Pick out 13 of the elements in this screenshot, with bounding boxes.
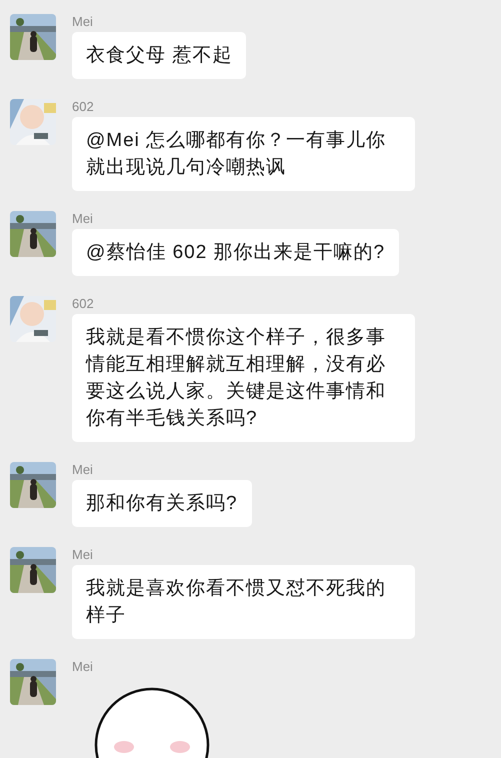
- sender-name: 602: [72, 296, 95, 312]
- message-bubble: @蔡怡佳 602 那你出来是干嘛的?: [72, 229, 400, 276]
- message-bubble: 我就是喜欢你看不惯又怼不死我的样子: [72, 565, 415, 639]
- message-bubble: @Mei 怎么哪都有你？一有事儿你就出现说几句冷嘲热讽: [72, 117, 415, 191]
- sender-name: Mei: [72, 14, 94, 30]
- sender-name: Mei: [72, 462, 94, 478]
- sender-name: Mei: [72, 211, 94, 227]
- message-bubble: 衣食父母 惹不起: [72, 32, 246, 79]
- message-bubble: 我就是看不惯你这个样子，很多事情能互相理解就互相理解，没有必要这么说人家。关键是这件事情和你有半毛钱关系吗?: [72, 314, 415, 442]
- sender-name: 602: [72, 99, 95, 115]
- sender-name: Mei: [72, 547, 94, 563]
- message-bubble: 那和你有关系吗?: [72, 480, 252, 527]
- sender-name: Mei: [72, 659, 94, 675]
